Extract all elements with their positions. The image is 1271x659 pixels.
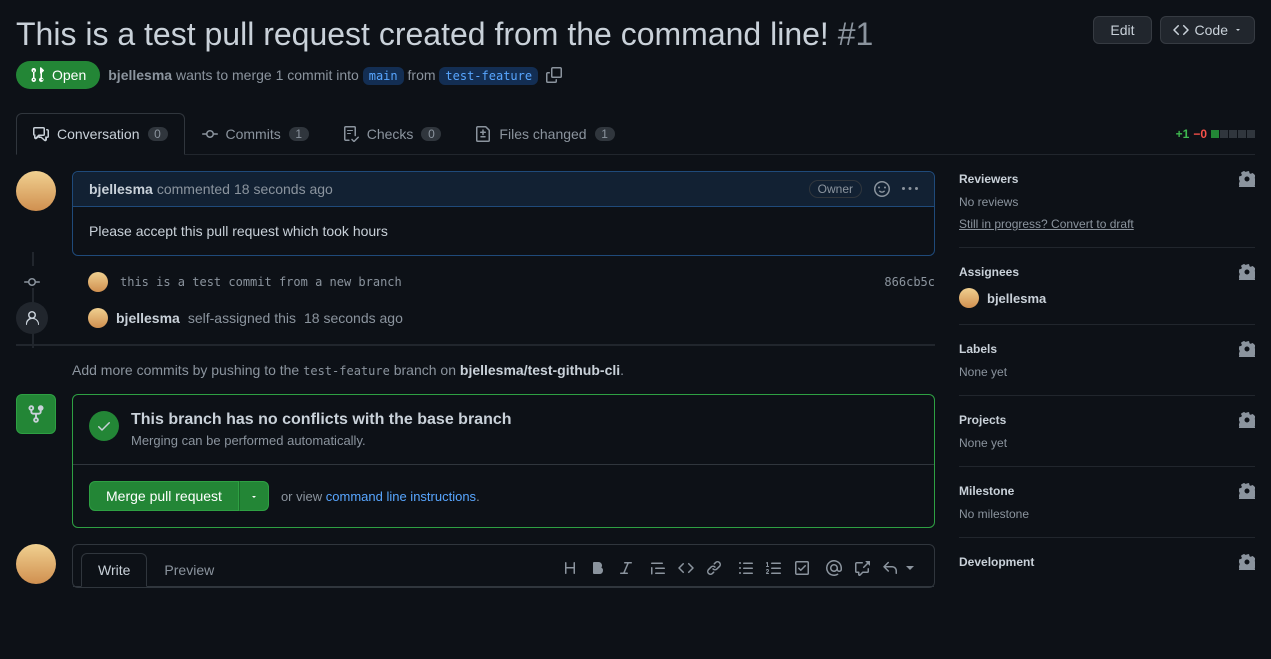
tasklist-icon[interactable] bbox=[794, 560, 810, 579]
base-branch-label[interactable]: main bbox=[363, 67, 404, 85]
diffstat: +1 −0 bbox=[1176, 127, 1255, 141]
tab-conversation[interactable]: Conversation 0 bbox=[16, 113, 185, 155]
push-hint: Add more commits by pushing to the test-… bbox=[72, 362, 935, 378]
commit-message[interactable]: this is a test commit from a new branch bbox=[120, 275, 872, 289]
development-title[interactable]: Development bbox=[959, 555, 1034, 569]
gear-icon[interactable] bbox=[1239, 554, 1255, 570]
copy-icon[interactable] bbox=[546, 67, 562, 83]
pr-meta: bjellesma wants to merge 1 commit into m… bbox=[108, 67, 538, 83]
milestone-empty: No milestone bbox=[959, 507, 1255, 521]
files-count: 1 bbox=[595, 127, 615, 141]
compose-tab-preview[interactable]: Preview bbox=[147, 553, 231, 586]
gear-icon[interactable] bbox=[1239, 264, 1255, 280]
merge-alt-text: or view command line instructions. bbox=[281, 489, 480, 504]
conversation-count: 0 bbox=[148, 127, 168, 141]
compose-box: Write Preview bbox=[72, 544, 935, 588]
quote-icon[interactable] bbox=[650, 560, 666, 579]
git-pull-request-icon bbox=[30, 67, 46, 83]
event-time[interactable]: 18 seconds ago bbox=[304, 310, 403, 326]
comment-author-link[interactable]: bjellesma bbox=[89, 181, 153, 197]
assignee-avatar[interactable] bbox=[959, 288, 979, 308]
merge-status-sub: Merging can be performed automatically. bbox=[131, 433, 512, 448]
projects-empty: None yet bbox=[959, 436, 1255, 450]
convert-to-draft-link[interactable]: Still in progress? Convert to draft bbox=[959, 217, 1134, 231]
labels-title[interactable]: Labels bbox=[959, 342, 997, 356]
assignees-title[interactable]: Assignees bbox=[959, 265, 1019, 279]
pr-state-badge: Open bbox=[16, 61, 100, 89]
compose-tab-write[interactable]: Write bbox=[81, 553, 147, 587]
commit-avatar[interactable] bbox=[88, 272, 108, 292]
merge-box: This branch has no conflicts with the ba… bbox=[72, 394, 935, 528]
merge-button[interactable]: Merge pull request bbox=[89, 481, 239, 511]
diffbar bbox=[1211, 130, 1255, 138]
event-text: self-assigned this bbox=[188, 310, 296, 326]
checks-count: 0 bbox=[421, 127, 441, 141]
edit-button[interactable]: Edit bbox=[1093, 16, 1151, 44]
code-icon bbox=[1173, 22, 1189, 38]
caret-down-icon bbox=[1234, 26, 1242, 34]
owner-badge: Owner bbox=[809, 180, 862, 198]
list-ordered-icon[interactable] bbox=[766, 560, 782, 579]
git-commit-icon bbox=[202, 126, 218, 142]
avatar[interactable] bbox=[16, 171, 56, 211]
reviewers-empty: No reviews bbox=[959, 195, 1255, 209]
event-avatar[interactable] bbox=[88, 308, 108, 328]
reply-icon[interactable] bbox=[882, 560, 918, 579]
code-button[interactable]: Code bbox=[1160, 16, 1255, 44]
cross-reference-icon[interactable] bbox=[854, 560, 870, 579]
tab-commits[interactable]: Commits 1 bbox=[185, 113, 326, 154]
list-unordered-icon[interactable] bbox=[738, 560, 754, 579]
comment-discussion-icon bbox=[33, 126, 49, 142]
merge-dropdown-button[interactable] bbox=[239, 481, 269, 511]
event-author-link[interactable]: bjellesma bbox=[116, 310, 180, 326]
gear-icon[interactable] bbox=[1239, 171, 1255, 187]
milestone-title[interactable]: Milestone bbox=[959, 484, 1014, 498]
commits-count: 1 bbox=[289, 127, 309, 141]
pr-number: #1 bbox=[838, 16, 874, 52]
gear-icon[interactable] bbox=[1239, 341, 1255, 357]
link-icon[interactable] bbox=[706, 560, 722, 579]
kebab-icon[interactable] bbox=[902, 181, 918, 197]
person-icon bbox=[16, 302, 48, 334]
check-icon bbox=[89, 411, 119, 441]
tab-checks[interactable]: Checks 0 bbox=[326, 113, 459, 154]
pr-title: This is a test pull request created from… bbox=[16, 16, 873, 53]
projects-title[interactable]: Projects bbox=[959, 413, 1006, 427]
merge-status-title: This branch has no conflicts with the ba… bbox=[131, 411, 512, 429]
checklist-icon bbox=[343, 126, 359, 142]
assignee-link[interactable]: bjellesma bbox=[987, 291, 1046, 306]
heading-icon[interactable] bbox=[562, 560, 578, 579]
comment-body: Please accept this pull request which to… bbox=[73, 207, 934, 255]
code-icon[interactable] bbox=[678, 560, 694, 579]
labels-empty: None yet bbox=[959, 365, 1255, 379]
tab-files[interactable]: Files changed 1 bbox=[458, 113, 631, 154]
commit-sha[interactable]: 866cb5c bbox=[884, 275, 935, 289]
bold-icon[interactable] bbox=[590, 560, 606, 579]
reviewers-title[interactable]: Reviewers bbox=[959, 172, 1018, 186]
smiley-icon[interactable] bbox=[874, 181, 890, 197]
mention-icon[interactable] bbox=[826, 560, 842, 579]
cli-instructions-link[interactable]: command line instructions bbox=[326, 489, 476, 504]
file-diff-icon bbox=[475, 126, 491, 142]
gear-icon[interactable] bbox=[1239, 483, 1255, 499]
compose-avatar[interactable] bbox=[16, 544, 56, 584]
comment-box: bjellesma commented 18 seconds ago Owner… bbox=[72, 171, 935, 256]
italic-icon[interactable] bbox=[618, 560, 634, 579]
pr-author-link[interactable]: bjellesma bbox=[108, 67, 172, 83]
head-branch-label[interactable]: test-feature bbox=[439, 67, 538, 85]
comment-action: commented bbox=[157, 181, 230, 197]
comment-time[interactable]: 18 seconds ago bbox=[234, 181, 333, 197]
gear-icon[interactable] bbox=[1239, 412, 1255, 428]
git-merge-icon bbox=[16, 394, 56, 434]
